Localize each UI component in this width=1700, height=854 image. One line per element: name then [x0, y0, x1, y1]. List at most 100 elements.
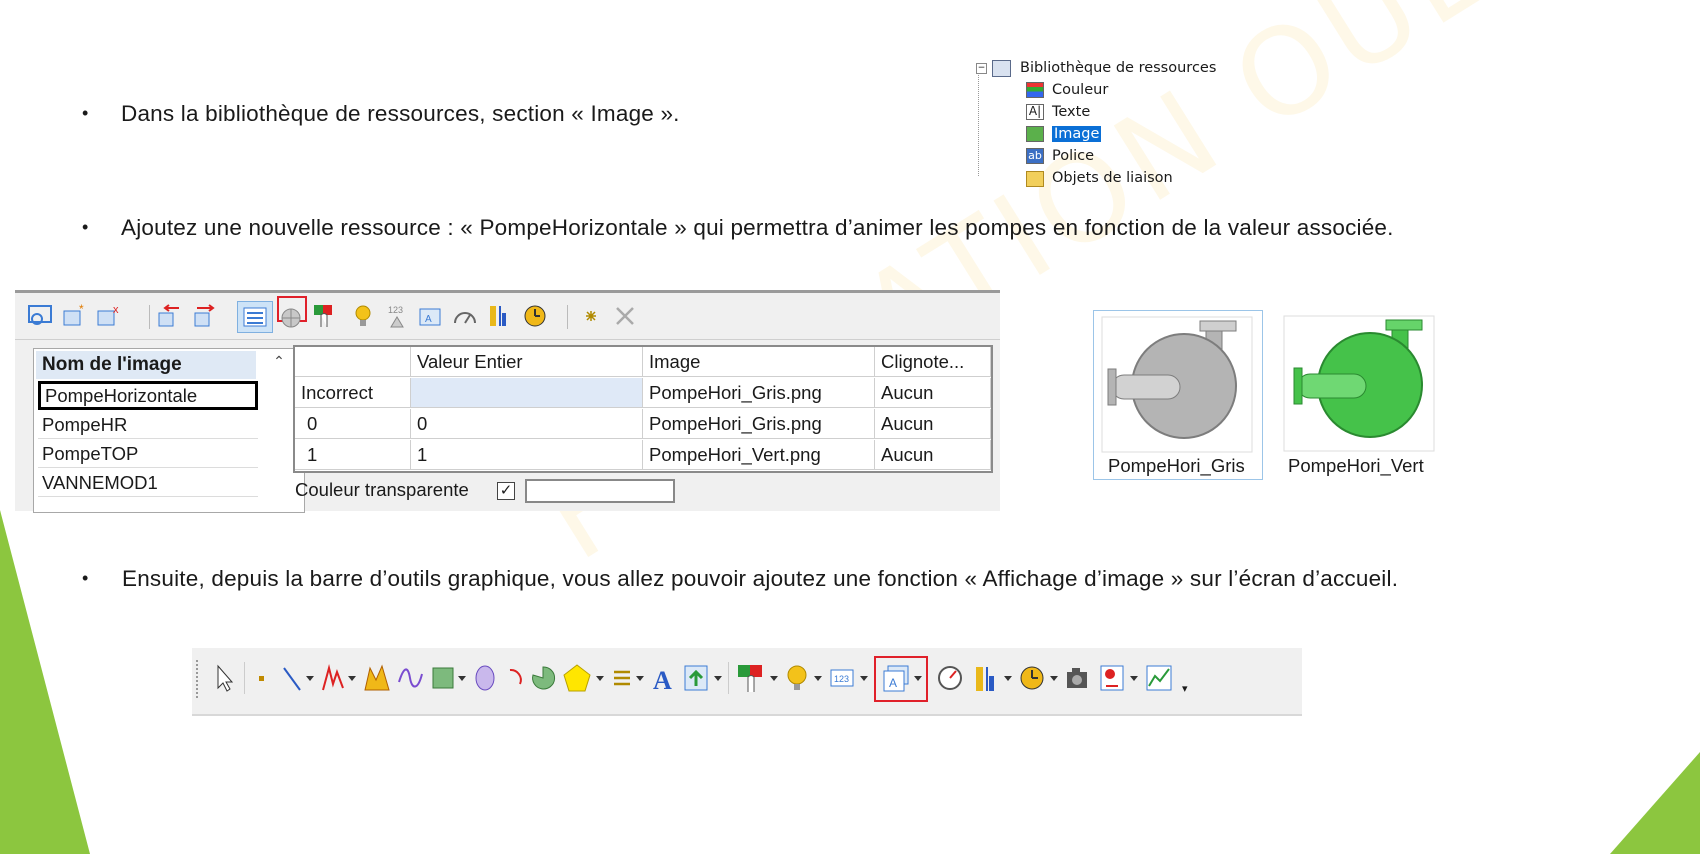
green-corner-decoration-right	[1610, 752, 1700, 854]
move-left-icon[interactable]	[155, 303, 183, 329]
rectangle-icon[interactable]	[430, 662, 456, 694]
lines-icon[interactable]	[610, 662, 634, 694]
grid-cell[interactable]: PompeHori_Vert.png	[643, 440, 875, 470]
numeric-display-icon[interactable]: 123	[383, 303, 411, 329]
button-hand-icon[interactable]	[736, 662, 766, 694]
image-display-icon[interactable]: A	[417, 303, 445, 329]
tree-item-couleur[interactable]: Couleur	[1026, 80, 1108, 100]
grid-cell[interactable]	[411, 378, 643, 408]
transparent-color-field[interactable]	[525, 479, 675, 503]
chevron-down-icon[interactable]	[458, 676, 466, 681]
pump-gray-image	[1101, 316, 1253, 453]
grid-cell[interactable]: PompeHori_Gris.png	[643, 409, 875, 439]
select-arrow-icon[interactable]	[212, 662, 234, 694]
tree-item-objets-de-liaison[interactable]: Objets de liaison	[1026, 168, 1173, 188]
sparkle-icon[interactable]	[577, 303, 605, 329]
image-display-tool-highlight[interactable]: A	[874, 656, 928, 702]
grid-cell[interactable]: Aucun	[875, 378, 991, 408]
point-icon[interactable]	[254, 662, 270, 694]
pentagon-icon[interactable]	[562, 662, 592, 694]
chevron-down-icon[interactable]	[914, 676, 922, 681]
grid-header-cell[interactable]: Clignote...	[875, 347, 991, 377]
lamp-icon[interactable]	[784, 662, 810, 694]
polygon-icon[interactable]	[362, 662, 392, 694]
tree-item-police[interactable]: ab Police	[1026, 146, 1094, 166]
gauge-tool-icon[interactable]	[936, 662, 964, 694]
toolbar-separator	[149, 305, 150, 329]
text-tool-icon[interactable]: A	[650, 662, 676, 694]
svg-text:A: A	[889, 676, 897, 690]
delete-item-icon[interactable]: x	[95, 303, 123, 329]
chevron-down-icon[interactable]	[348, 676, 356, 681]
grid-cell[interactable]: PompeHori_Gris.png	[643, 378, 875, 408]
polyline-icon[interactable]	[320, 662, 346, 694]
svg-text:123: 123	[388, 305, 403, 315]
add-item-icon[interactable]: *	[61, 303, 89, 329]
tree-item-image[interactable]: Image	[1026, 124, 1102, 144]
image-display-button-active[interactable]	[237, 301, 273, 333]
chevron-down-icon[interactable]	[1130, 676, 1138, 681]
close-icon[interactable]	[611, 303, 639, 329]
chevron-down-icon[interactable]	[596, 676, 604, 681]
grid-cell[interactable]: Aucun	[875, 440, 991, 470]
curve-icon[interactable]	[396, 662, 424, 694]
green-corner-decoration-left	[0, 510, 90, 854]
bargraph-tool-icon[interactable]	[972, 662, 1000, 694]
trend-chart-icon[interactable]	[1144, 662, 1174, 694]
list-item[interactable]: PompeTOP	[38, 439, 258, 468]
arc-icon[interactable]	[504, 662, 526, 694]
transparent-color-checkbox[interactable]: ✓	[497, 482, 515, 500]
alarm-display-icon[interactable]	[1098, 662, 1126, 694]
clock-icon[interactable]	[521, 303, 549, 329]
gauge-icon[interactable]	[451, 303, 479, 329]
font-resource-icon: ab	[1026, 148, 1044, 164]
bargraph-icon[interactable]	[485, 303, 513, 329]
hand-pointer-icon[interactable]	[311, 303, 339, 329]
chevron-down-icon[interactable]	[1004, 676, 1012, 681]
chevron-down-icon[interactable]	[714, 676, 722, 681]
grid-cell[interactable]: 0	[411, 409, 643, 439]
tree-root[interactable]: Bibliothèque de ressources	[992, 58, 1216, 78]
image-name-list: Nom de l'image ⌃ PompeHorizontale PompeH…	[33, 348, 305, 513]
chevron-down-icon[interactable]	[770, 676, 778, 681]
bullet-text-2: Ajoutez une nouvelle ressource : « Pompe…	[121, 215, 1394, 240]
globe-icon[interactable]	[277, 303, 305, 329]
chevron-down-icon[interactable]	[1050, 676, 1058, 681]
numeric-field-icon[interactable]: 123	[828, 662, 856, 694]
chevron-down-icon[interactable]	[814, 676, 822, 681]
chevron-down-icon[interactable]	[636, 676, 644, 681]
image-insert-icon[interactable]	[682, 662, 710, 694]
move-right-icon[interactable]	[191, 303, 219, 329]
chevron-down-icon[interactable]	[306, 676, 314, 681]
dial-tool-icon[interactable]	[1018, 662, 1046, 694]
list-item[interactable]: VANNEMOD1	[38, 468, 258, 497]
toolbar-overflow-icon[interactable]: ▾	[1182, 684, 1192, 695]
chevron-down-icon[interactable]	[860, 676, 868, 681]
line-icon[interactable]	[280, 662, 304, 694]
grid-header-cell[interactable]: Valeur Entier	[411, 347, 643, 377]
bullet-marker: •	[82, 217, 89, 237]
image-display-tool-icon: A	[883, 665, 909, 692]
list-item-selected[interactable]: PompeHorizontale	[38, 381, 258, 410]
camera-icon[interactable]	[1064, 662, 1092, 694]
tree-item-texte[interactable]: A| Texte	[1026, 102, 1090, 122]
tree-connector-lines	[938, 58, 978, 198]
pie-icon[interactable]	[530, 662, 556, 694]
grid-cell: 1	[295, 440, 411, 470]
chevron-up-icon[interactable]: ⌃	[270, 353, 288, 373]
tree-collapse-icon[interactable]: −	[976, 63, 987, 74]
grid-cell[interactable]: 1	[411, 440, 643, 470]
list-header[interactable]: Nom de l'image	[36, 351, 256, 379]
bullet-text-1: Dans la bibliothèque de ressources, sect…	[121, 101, 680, 126]
bulb-icon[interactable]	[349, 303, 377, 329]
grid-header-cell[interactable]: Image	[643, 347, 875, 377]
preview-icon[interactable]	[27, 303, 55, 329]
svg-text:A: A	[425, 314, 432, 325]
grid-cell[interactable]: Aucun	[875, 409, 991, 439]
toolbar-separator	[567, 305, 568, 329]
grid-cell: 0	[295, 409, 411, 439]
list-item[interactable]: PompeHR	[38, 410, 258, 439]
ellipse-icon[interactable]	[472, 662, 498, 694]
library-icon	[992, 60, 1011, 77]
resource-library-tree: − Bibliothèque de ressources Couleur A| …	[938, 58, 1238, 196]
